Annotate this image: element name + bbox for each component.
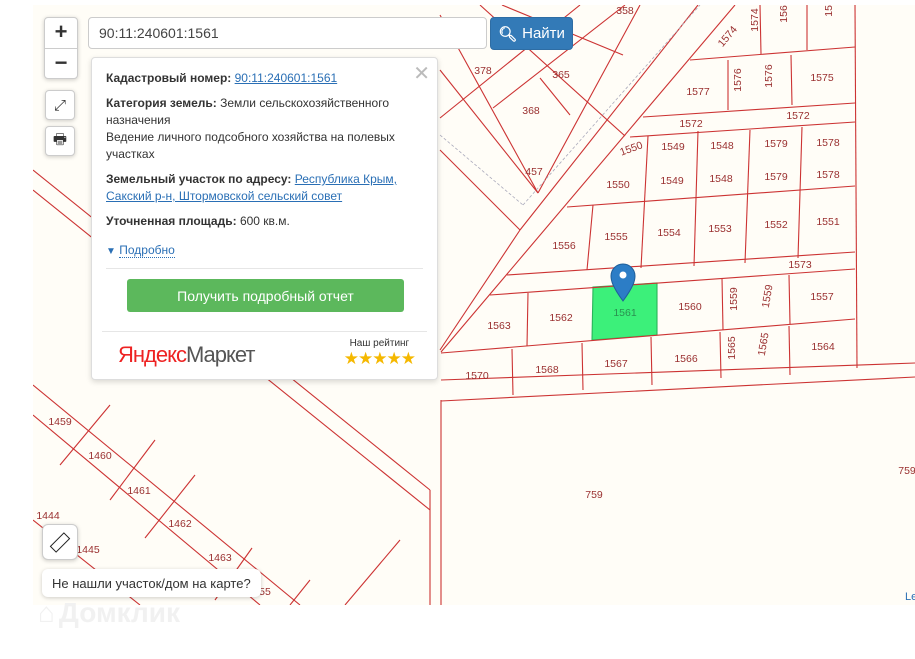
parcel-label: 1568 <box>535 364 559 376</box>
parcel-label: 1560 <box>678 301 702 313</box>
parcel-label: 1579 <box>764 138 788 150</box>
parcel-label: 1564 <box>811 341 835 353</box>
address-label: Земельный участок по адресу: <box>106 172 292 186</box>
fullscreen-button[interactable]: ⤢ <box>45 90 75 120</box>
parcel-label: 1565 <box>726 336 738 360</box>
zoom-out-button[interactable]: − <box>45 48 77 79</box>
parcel-label-selected: 1561 <box>613 307 637 319</box>
parcel-label: 457 <box>525 166 543 178</box>
parcel-label: 1461 <box>127 485 151 497</box>
more-details-link[interactable]: Подробно <box>119 243 175 258</box>
expand-icon: ⤢ <box>53 96 66 114</box>
parcel-label: 1566 <box>674 353 698 365</box>
print-button[interactable]: 🖶 <box>45 126 75 156</box>
house-icon: ⌂ <box>38 597 55 628</box>
popup-footer: ЯндексМаркет Наш рейтинг ★★★★★ <box>102 331 427 379</box>
get-report-button[interactable]: Получить подробный отчет <box>127 279 404 312</box>
parcel-label: 1559 <box>760 284 776 309</box>
parcel-label: 1548 <box>709 173 733 185</box>
rating: Наш рейтинг ★★★★★ <box>343 338 416 369</box>
parcel-label: 1579 <box>764 171 788 183</box>
parcel-label: 1554 <box>657 227 681 239</box>
ruler-icon <box>49 531 71 553</box>
area-label: Уточненная площадь: <box>106 214 237 228</box>
parcel-label: 1549 <box>661 141 685 153</box>
parcel-label: 1574 <box>749 8 761 32</box>
parcel-label: 368 <box>522 105 540 117</box>
parcel-label: 1576 <box>732 68 744 92</box>
close-icon[interactable]: ✕ <box>413 61 430 86</box>
parcel-label: 759 <box>585 489 603 501</box>
parcel-label: 1578 <box>816 169 840 181</box>
parcel-label: 1444 <box>36 510 60 522</box>
parcel-label: 1563 <box>487 320 511 332</box>
domclick-watermark: ⌂ Домклик <box>38 597 181 628</box>
parcel-label: 1574 <box>716 24 740 50</box>
parcel-label: 155 <box>823 5 835 17</box>
parcel-label: 1550 <box>606 179 630 191</box>
parcel-label: 1460 <box>88 450 112 462</box>
rating-label: Наш рейтинг <box>349 338 410 349</box>
parcel-label: 759 <box>898 465 915 477</box>
parcel-label: 1549 <box>660 175 684 187</box>
parcel-label: 1556 <box>552 240 576 252</box>
parcel-label: 1570 <box>465 370 489 382</box>
zoom-control: + − <box>44 17 78 79</box>
parcel-label: 1551 <box>816 216 840 228</box>
rating-stars: ★★★★★ <box>343 349 416 368</box>
search-input[interactable] <box>88 17 487 49</box>
parcel-label: 1459 <box>48 416 72 428</box>
area-value: 600 кв.м. <box>239 214 290 228</box>
parcel-label: 1578 <box>816 137 840 149</box>
parcel-label: 1573 <box>788 259 812 271</box>
parcel-label: 1572 <box>786 110 810 122</box>
usage-value: Ведение личного подсобного хозяйства на … <box>106 130 395 161</box>
zoom-in-button[interactable]: + <box>45 18 77 48</box>
search-icon: 🔍︎ <box>498 25 518 43</box>
measure-button[interactable] <box>42 524 78 560</box>
parcel-label: 1565 <box>756 332 772 357</box>
parcel-label: 1463 <box>208 552 232 564</box>
category-label: Категория земель: <box>106 96 217 110</box>
parcel-label: 1559 <box>728 287 740 311</box>
search-button[interactable]: 🔍︎ Найти <box>490 17 573 50</box>
parcel-label: 1565 <box>778 5 790 23</box>
printer-icon: 🖶 <box>52 130 68 148</box>
parcel-label: 1553 <box>708 223 732 235</box>
parcel-label: 358 <box>616 5 634 17</box>
parcel-label: 1462 <box>168 518 192 530</box>
parcel-label: 365 <box>552 69 570 81</box>
parcel-label: 1567 <box>604 358 628 370</box>
parcel-label: 1550 <box>618 139 644 158</box>
cadastral-number-link[interactable]: 90:11:240601:1561 <box>235 71 338 85</box>
parcel-label: 1548 <box>710 140 734 152</box>
parcel-label: 1576 <box>763 64 775 88</box>
parcel-label: 1562 <box>549 312 573 324</box>
parcel-label: 1445 <box>76 544 100 556</box>
divider <box>106 268 423 269</box>
caret-down-icon: ▼ <box>106 246 116 257</box>
search-button-label: Найти <box>522 25 565 42</box>
leaflet-attribution-link[interactable]: Le <box>905 591 915 603</box>
parcel-info-popup: ✕ Кадастровый номер: 90:11:240601:1561 К… <box>91 57 438 380</box>
parcel-label: 378 <box>474 65 492 77</box>
parcel-label: 1572 <box>679 118 703 130</box>
yandex-market-logo[interactable]: ЯндексМаркет <box>118 342 255 368</box>
parcel-label: 1557 <box>810 291 834 303</box>
parcel-label: 1575 <box>810 72 834 84</box>
parcel-label: 1552 <box>764 219 788 231</box>
parcel-label: 1577 <box>686 86 710 98</box>
not-found-prompt[interactable]: Не нашли участок/дом на карте? <box>42 569 261 597</box>
cadastral-label: Кадастровый номер: <box>106 71 232 85</box>
parcel-label: 1555 <box>604 231 628 243</box>
parcel-label: 55 <box>259 586 271 598</box>
